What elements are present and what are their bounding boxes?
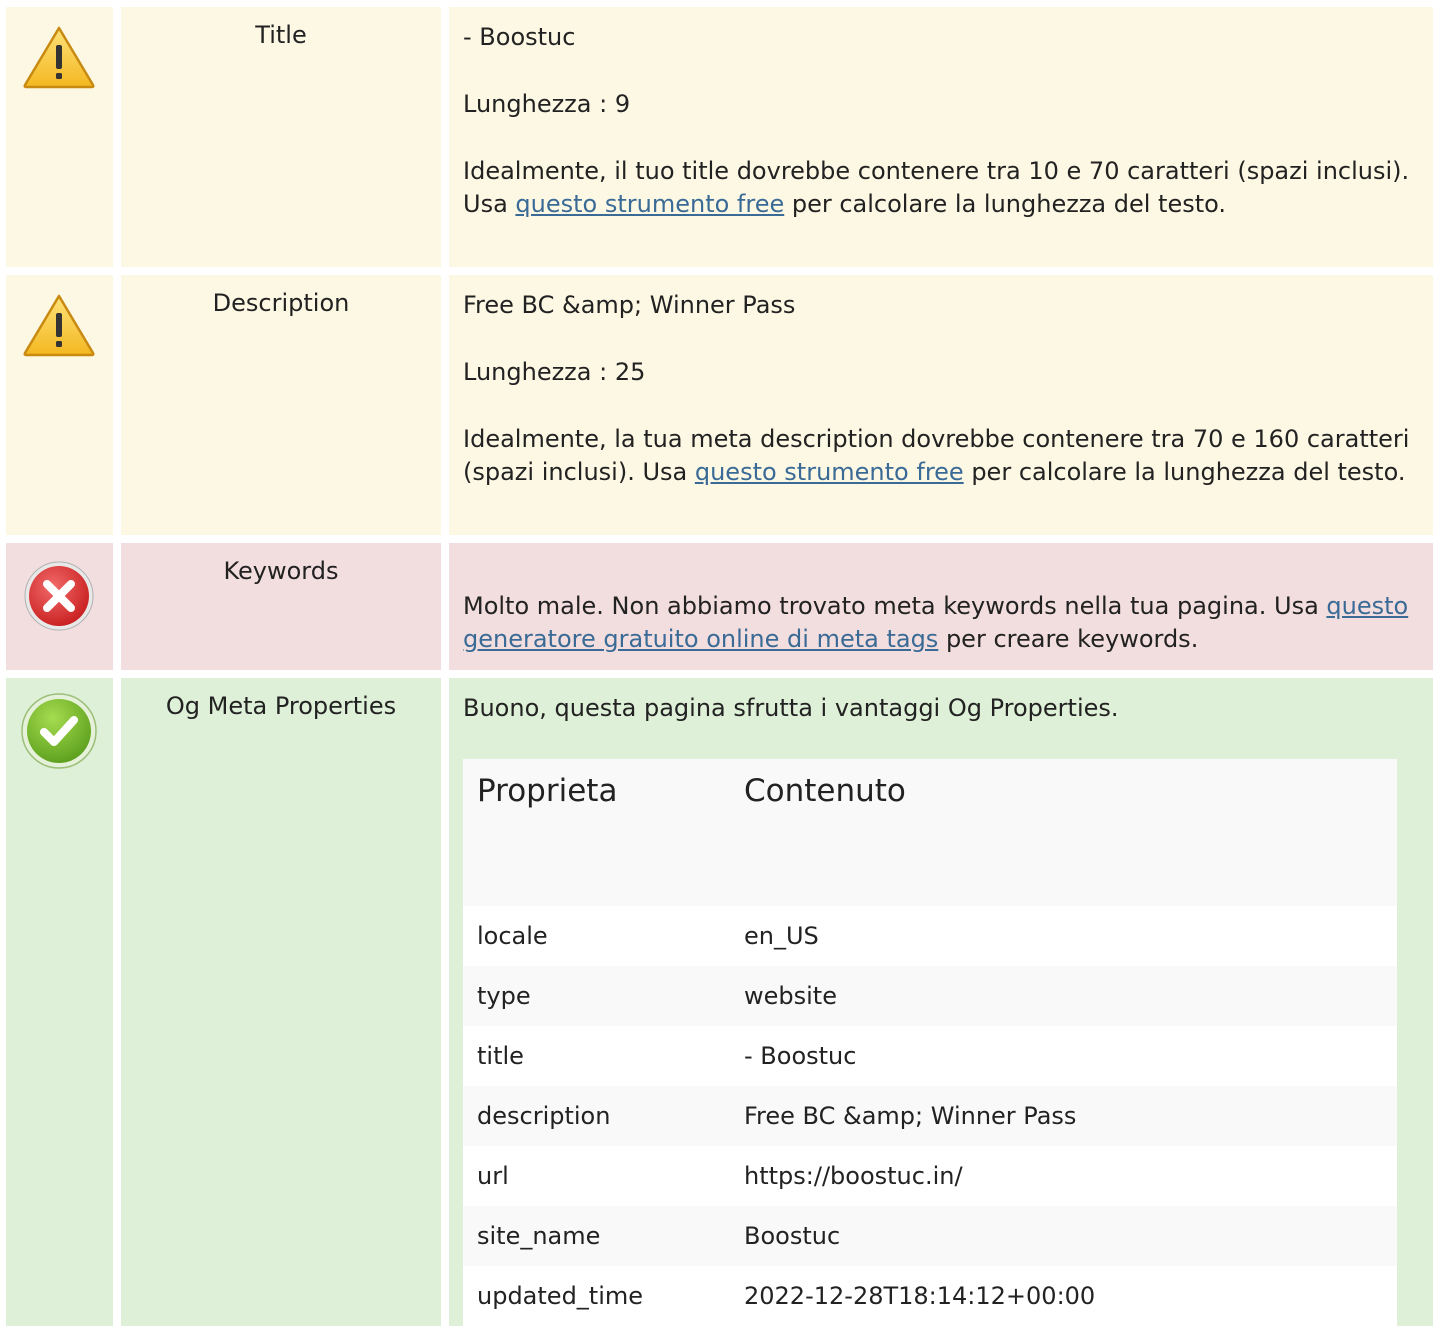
description-row: Description Free BC &amp; Winner Pass Lu… [6, 275, 1433, 535]
title-row: Title - Boostuc Lunghezza : 9 Idealmente… [6, 7, 1433, 267]
table-row: description Free BC &amp; Winner Pass [463, 1086, 1397, 1146]
og-property-name: type [463, 966, 730, 1026]
description-value: Free BC &amp; Winner Pass [463, 291, 796, 319]
og-property-value: en_US [730, 906, 1397, 966]
table-row: site_name Boostuc [463, 1206, 1397, 1266]
warning-icon [23, 294, 95, 357]
og-property-name: site_name [463, 1206, 730, 1266]
og-column-content: Contenuto [730, 759, 1397, 906]
og-property-value: website [730, 966, 1397, 1026]
table-row: type website [463, 966, 1397, 1026]
description-hint: Idealmente, la tua meta description dovr… [463, 423, 1419, 489]
table-row: url https://boostuc.in/ [463, 1146, 1397, 1206]
title-hint-text-end: per calcolare la lunghezza del testo. [784, 190, 1227, 218]
description-status-cell [6, 275, 113, 535]
og-properties-table: Proprieta Contenuto locale en_US type we… [463, 759, 1397, 1326]
description-label: Description [121, 275, 441, 535]
og-property-name: title [463, 1026, 730, 1086]
og-property-value: Free BC &amp; Winner Pass [730, 1086, 1397, 1146]
title-tool-link[interactable]: questo strumento free [515, 190, 784, 218]
og-property-value: https://boostuc.in/ [730, 1146, 1397, 1206]
og-content: Buono, questa pagina sfrutta i vantaggi … [449, 678, 1433, 1326]
keywords-label: Keywords [121, 543, 441, 670]
success-icon [21, 693, 97, 769]
table-row: updated_time 2022-12-28T18:14:12+00:00 [463, 1266, 1397, 1326]
description-content: Free BC &amp; Winner Pass Lunghezza : 25… [449, 275, 1433, 535]
og-property-value: - Boostuc [730, 1026, 1397, 1086]
table-row: title - Boostuc [463, 1026, 1397, 1086]
keywords-status-cell [6, 543, 113, 670]
warning-icon [23, 26, 95, 89]
description-length: Lunghezza : 25 [463, 358, 646, 386]
keywords-message-text-end: per creare keywords. [938, 625, 1199, 653]
error-icon [24, 561, 94, 631]
title-length: Lunghezza : 9 [463, 90, 631, 118]
og-label: Og Meta Properties [121, 678, 441, 1326]
og-properties-row: Og Meta Properties Buono, questa pagina … [6, 678, 1433, 1326]
title-hint: Idealmente, il tuo title dovrebbe conten… [463, 155, 1419, 221]
title-content: - Boostuc Lunghezza : 9 Idealmente, il t… [449, 7, 1433, 267]
title-value: - Boostuc [463, 23, 576, 51]
keywords-message-text: Molto male. Non abbiamo trovato meta key… [463, 592, 1327, 620]
og-property-value: 2022-12-28T18:14:12+00:00 [730, 1266, 1397, 1326]
og-property-name: description [463, 1086, 730, 1146]
og-property-name: updated_time [463, 1266, 730, 1326]
seo-report-table: Title - Boostuc Lunghezza : 9 Idealmente… [0, 0, 1441, 1334]
og-property-name: locale [463, 906, 730, 966]
keywords-row: Keywords Molto male. Non abbiamo trovato… [6, 543, 1433, 670]
og-intro: Buono, questa pagina sfrutta i vantaggi … [463, 694, 1119, 722]
description-hint-text-end: per calcolare la lunghezza del testo. [963, 458, 1406, 486]
og-property-value: Boostuc [730, 1206, 1397, 1266]
title-label: Title [121, 7, 441, 267]
description-tool-link[interactable]: questo strumento free [695, 458, 964, 486]
og-status-cell [6, 678, 113, 1326]
table-row: locale en_US [463, 906, 1397, 966]
og-table-header: Proprieta Contenuto [463, 759, 1397, 906]
keywords-message: Molto male. Non abbiamo trovato meta key… [463, 590, 1419, 656]
og-column-property: Proprieta [463, 759, 730, 906]
title-status-cell [6, 7, 113, 267]
keywords-content: Molto male. Non abbiamo trovato meta key… [449, 543, 1433, 670]
og-property-name: url [463, 1146, 730, 1206]
